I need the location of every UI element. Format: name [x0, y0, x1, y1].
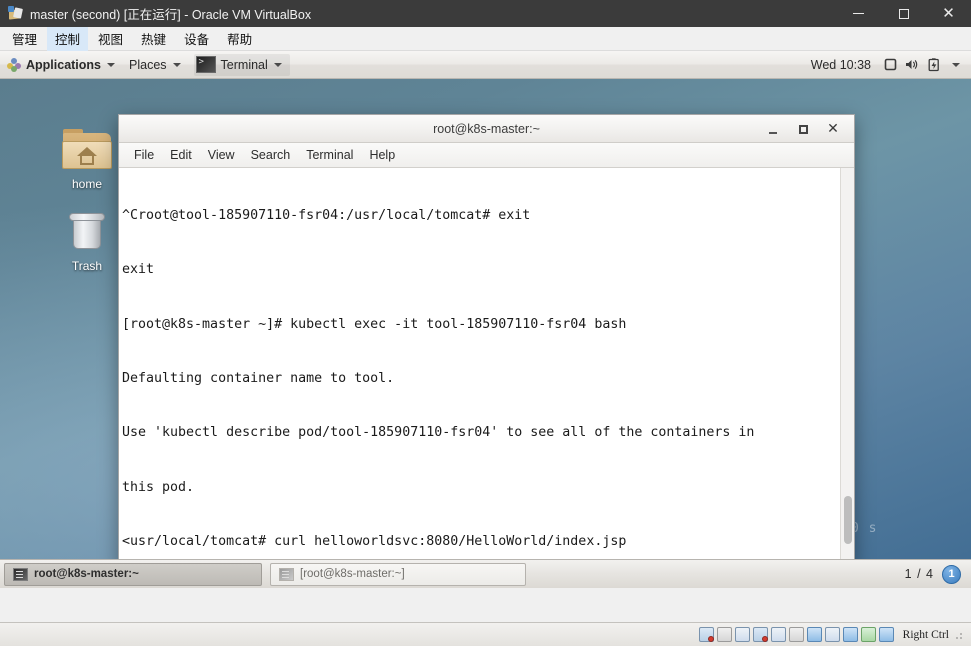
network-icon[interactable]	[752, 627, 768, 642]
places-menu-label: Places	[129, 57, 167, 72]
battery-icon[interactable]	[923, 51, 945, 79]
optical-disk-icon[interactable]	[716, 627, 732, 642]
shared-folders-icon[interactable]	[788, 627, 804, 642]
gnome-top-panel: Applications Places Terminal Wed 10:38	[0, 51, 971, 79]
menu-manage[interactable]: 管理	[4, 26, 45, 51]
desktop-icon-home[interactable]: home	[50, 127, 124, 191]
menu-view[interactable]: View	[200, 146, 243, 164]
desktop-icon-trash[interactable]: Trash	[50, 209, 124, 273]
display-icon[interactable]	[879, 51, 901, 79]
virtualbox-titlebar: master (second) [正在运行] - Oracle VM Virtu…	[0, 0, 971, 27]
panel-window-button-terminal[interactable]: Terminal	[193, 53, 290, 76]
terminal-icon	[195, 56, 216, 73]
close-button[interactable]: ✕	[818, 115, 848, 143]
taskbar-item-terminal-1[interactable]: root@k8s-master:~	[4, 562, 262, 586]
places-menu[interactable]: Places	[122, 51, 188, 79]
panel-window-label: Terminal	[220, 57, 268, 72]
applications-menu-label: Applications	[26, 57, 102, 72]
terminal-menubar: File Edit View Search Terminal Help	[119, 143, 854, 168]
terminal-line: [root@k8s-master ~]# kubectl exec -it to…	[122, 316, 627, 332]
terminal-icon	[279, 567, 294, 581]
chevron-down-icon	[107, 62, 116, 67]
terminal-line: Defaulting container name to tool.	[122, 371, 395, 387]
menu-search[interactable]: Search	[243, 146, 299, 164]
desktop: home Trash 0 s root@k8s-master:~ ✕ File …	[0, 79, 971, 588]
window-controls: ✕	[836, 0, 971, 27]
trash-can-icon	[60, 209, 114, 257]
terminal-line: exit	[122, 262, 155, 278]
terminal-line: this pod.	[122, 479, 195, 495]
maximize-button[interactable]	[881, 0, 926, 27]
volume-icon[interactable]	[901, 51, 923, 79]
workspace-badge[interactable]: 1	[942, 564, 961, 584]
host-key-label: Right Ctrl	[902, 628, 949, 641]
features-icon[interactable]	[860, 627, 876, 642]
menu-help[interactable]: 帮助	[219, 26, 260, 51]
terminal-title: root@k8s-master:~	[433, 121, 540, 136]
terminal-window: root@k8s-master:~ ✕ File Edit View Searc…	[118, 114, 855, 566]
virtualbox-statusbar: Right Ctrl	[0, 622, 971, 646]
taskbar-item-label: root@k8s-master:~	[34, 568, 139, 580]
terminal-scrollbar[interactable]	[840, 168, 854, 565]
minimize-button[interactable]	[758, 115, 788, 143]
shared-clipboard-icon[interactable]	[824, 627, 840, 642]
menu-edit[interactable]: Edit	[162, 146, 200, 164]
close-button[interactable]: ✕	[926, 0, 971, 27]
chevron-down-icon[interactable]	[945, 51, 967, 79]
terminal-icon	[13, 567, 28, 581]
resize-grip[interactable]	[955, 629, 965, 640]
menu-view[interactable]: 视图	[90, 26, 131, 51]
virtualbox-menubar: 管理 控制 视图 热键 设备 帮助	[0, 26, 971, 51]
applications-menu[interactable]: Applications	[0, 51, 122, 79]
desktop-icon-label: Trash	[71, 259, 103, 273]
menu-hotkeys[interactable]: 热键	[133, 26, 174, 51]
menu-control[interactable]: 控制	[47, 26, 89, 51]
usb-icon[interactable]	[770, 627, 786, 642]
minimize-button[interactable]	[836, 0, 881, 27]
virtualbox-window: master (second) [正在运行] - Oracle VM Virtu…	[0, 0, 971, 646]
scrollbar-thumb[interactable]	[844, 496, 852, 544]
hard-disk-icon[interactable]	[698, 627, 714, 642]
display-icon[interactable]	[806, 627, 822, 642]
workspace-count: 1 / 4	[904, 567, 934, 581]
terminal-line: Use 'kubectl describe pod/tool-185907110…	[122, 425, 755, 441]
chevron-down-icon	[273, 62, 282, 67]
guest-screen: Applications Places Terminal Wed 10:38	[0, 51, 971, 588]
gnome-taskbar: root@k8s-master:~ [root@k8s-master:~] 1 …	[0, 559, 971, 588]
floppy-icon[interactable]	[734, 627, 750, 642]
recording-icon[interactable]	[842, 627, 858, 642]
menu-help[interactable]: Help	[361, 146, 403, 164]
menu-terminal[interactable]: Terminal	[298, 146, 361, 164]
maximize-button[interactable]	[788, 115, 818, 143]
mouse-integration-icon[interactable]	[878, 627, 894, 642]
terminal-line: ^Croot@tool-185907110-fsr04:/usr/local/t…	[122, 208, 531, 224]
terminal-titlebar[interactable]: root@k8s-master:~ ✕	[119, 115, 854, 143]
desktop-icon-label: home	[71, 177, 103, 191]
virtualbox-icon	[8, 5, 24, 22]
panel-status-area: Wed 10:38	[803, 51, 971, 79]
distribution-logo-icon	[7, 57, 21, 72]
taskbar-item-label: [root@k8s-master:~]	[300, 568, 405, 580]
chevron-down-icon	[172, 62, 181, 67]
terminal-body: ^Croot@tool-185907110-fsr04:/usr/local/t…	[119, 168, 854, 565]
menu-file[interactable]: File	[126, 146, 162, 164]
terminal-window-controls: ✕	[758, 115, 848, 143]
window-title: master (second) [正在运行] - Oracle VM Virtu…	[30, 8, 312, 22]
panel-clock[interactable]: Wed 10:38	[803, 58, 879, 72]
menu-devices[interactable]: 设备	[176, 26, 217, 51]
home-folder-icon	[60, 127, 114, 175]
terminal-line: <usr/local/tomcat# curl helloworldsvc:80…	[122, 533, 627, 549]
terminal-output[interactable]: ^Croot@tool-185907110-fsr04:/usr/local/t…	[119, 168, 840, 565]
taskbar-item-terminal-2[interactable]: [root@k8s-master:~]	[270, 562, 526, 586]
workspace-switcher[interactable]: 1 / 4 1	[904, 564, 967, 584]
